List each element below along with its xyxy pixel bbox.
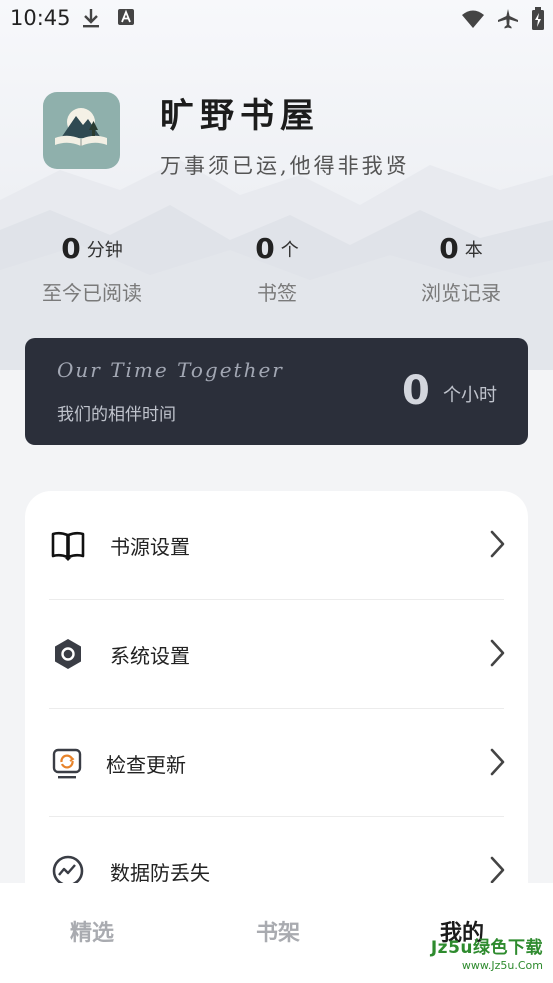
- download-icon: [83, 9, 99, 28]
- book-icon: [51, 531, 85, 561]
- together-hours-unit: 个小时: [443, 385, 497, 406]
- menu-item-label: 检查更新: [106, 753, 186, 777]
- tab-featured[interactable]: 精选: [32, 915, 152, 947]
- stat-unit: 本: [464, 239, 483, 261]
- together-title-cn: 我们的相伴时间: [57, 405, 176, 425]
- stat-reading-time[interactable]: 0 分钟 至今已阅读: [22, 232, 162, 306]
- app-slogan: 万事须已运,他得非我贤: [160, 154, 410, 178]
- status-bar: 10:45: [0, 0, 553, 38]
- menu-item-label: 书源设置: [110, 535, 190, 559]
- together-title-en: Our Time Together: [57, 358, 284, 382]
- book-mountain-logo-icon: [55, 108, 107, 146]
- watermark-line2: www.Jz5u.Com: [461, 959, 543, 972]
- a-badge-icon: [118, 9, 134, 25]
- tab-bookshelf[interactable]: 书架: [218, 915, 338, 947]
- airplane-icon: [498, 9, 518, 29]
- app-logo: [43, 92, 120, 169]
- chevron-right-icon: [490, 639, 505, 667]
- wifi-icon: [462, 10, 484, 28]
- status-time: 10:45: [10, 6, 71, 30]
- app-name: 旷野书屋: [160, 96, 320, 136]
- chevron-right-icon: [490, 748, 505, 776]
- settings-menu: 书源设置 系统设置 检查更新 数据防丢失: [25, 491, 528, 911]
- update-monitor-icon: [52, 748, 82, 779]
- together-hours-value: 0: [402, 368, 430, 414]
- stat-bookmarks[interactable]: 0个 书签: [207, 232, 347, 306]
- watermark-line1: Jz5u绿色下载: [430, 938, 543, 958]
- stat-label: 浏览记录: [421, 281, 501, 305]
- menu-item-label: 数据防丢失: [110, 861, 210, 885]
- stat-history[interactable]: 0本 浏览记录: [391, 232, 531, 306]
- stat-label: 书签: [257, 281, 297, 305]
- stat-unit: 分钟: [86, 239, 123, 261]
- menu-item-label: 系统设置: [110, 644, 190, 668]
- hero-background: [0, 0, 553, 370]
- stat-value: 0: [61, 232, 81, 265]
- menu-item-system-settings[interactable]: 系统设置: [25, 600, 528, 708]
- stat-unit: 个: [280, 239, 299, 261]
- chevron-right-icon: [490, 856, 505, 884]
- time-together-card: Our Time Together 我们的相伴时间 0 个小时: [25, 338, 528, 445]
- chevron-right-icon: [490, 530, 505, 558]
- hexagon-settings-icon: [55, 639, 81, 669]
- stat-value: 0: [439, 232, 459, 265]
- battery-icon: [532, 7, 544, 30]
- menu-item-check-update[interactable]: 检查更新: [25, 709, 528, 817]
- stat-label: 至今已阅读: [42, 281, 142, 305]
- stat-value: 0: [255, 232, 275, 265]
- menu-item-book-source[interactable]: 书源设置: [25, 491, 528, 599]
- watermark: Jz5u绿色下载 www.Jz5u.Com: [430, 938, 543, 972]
